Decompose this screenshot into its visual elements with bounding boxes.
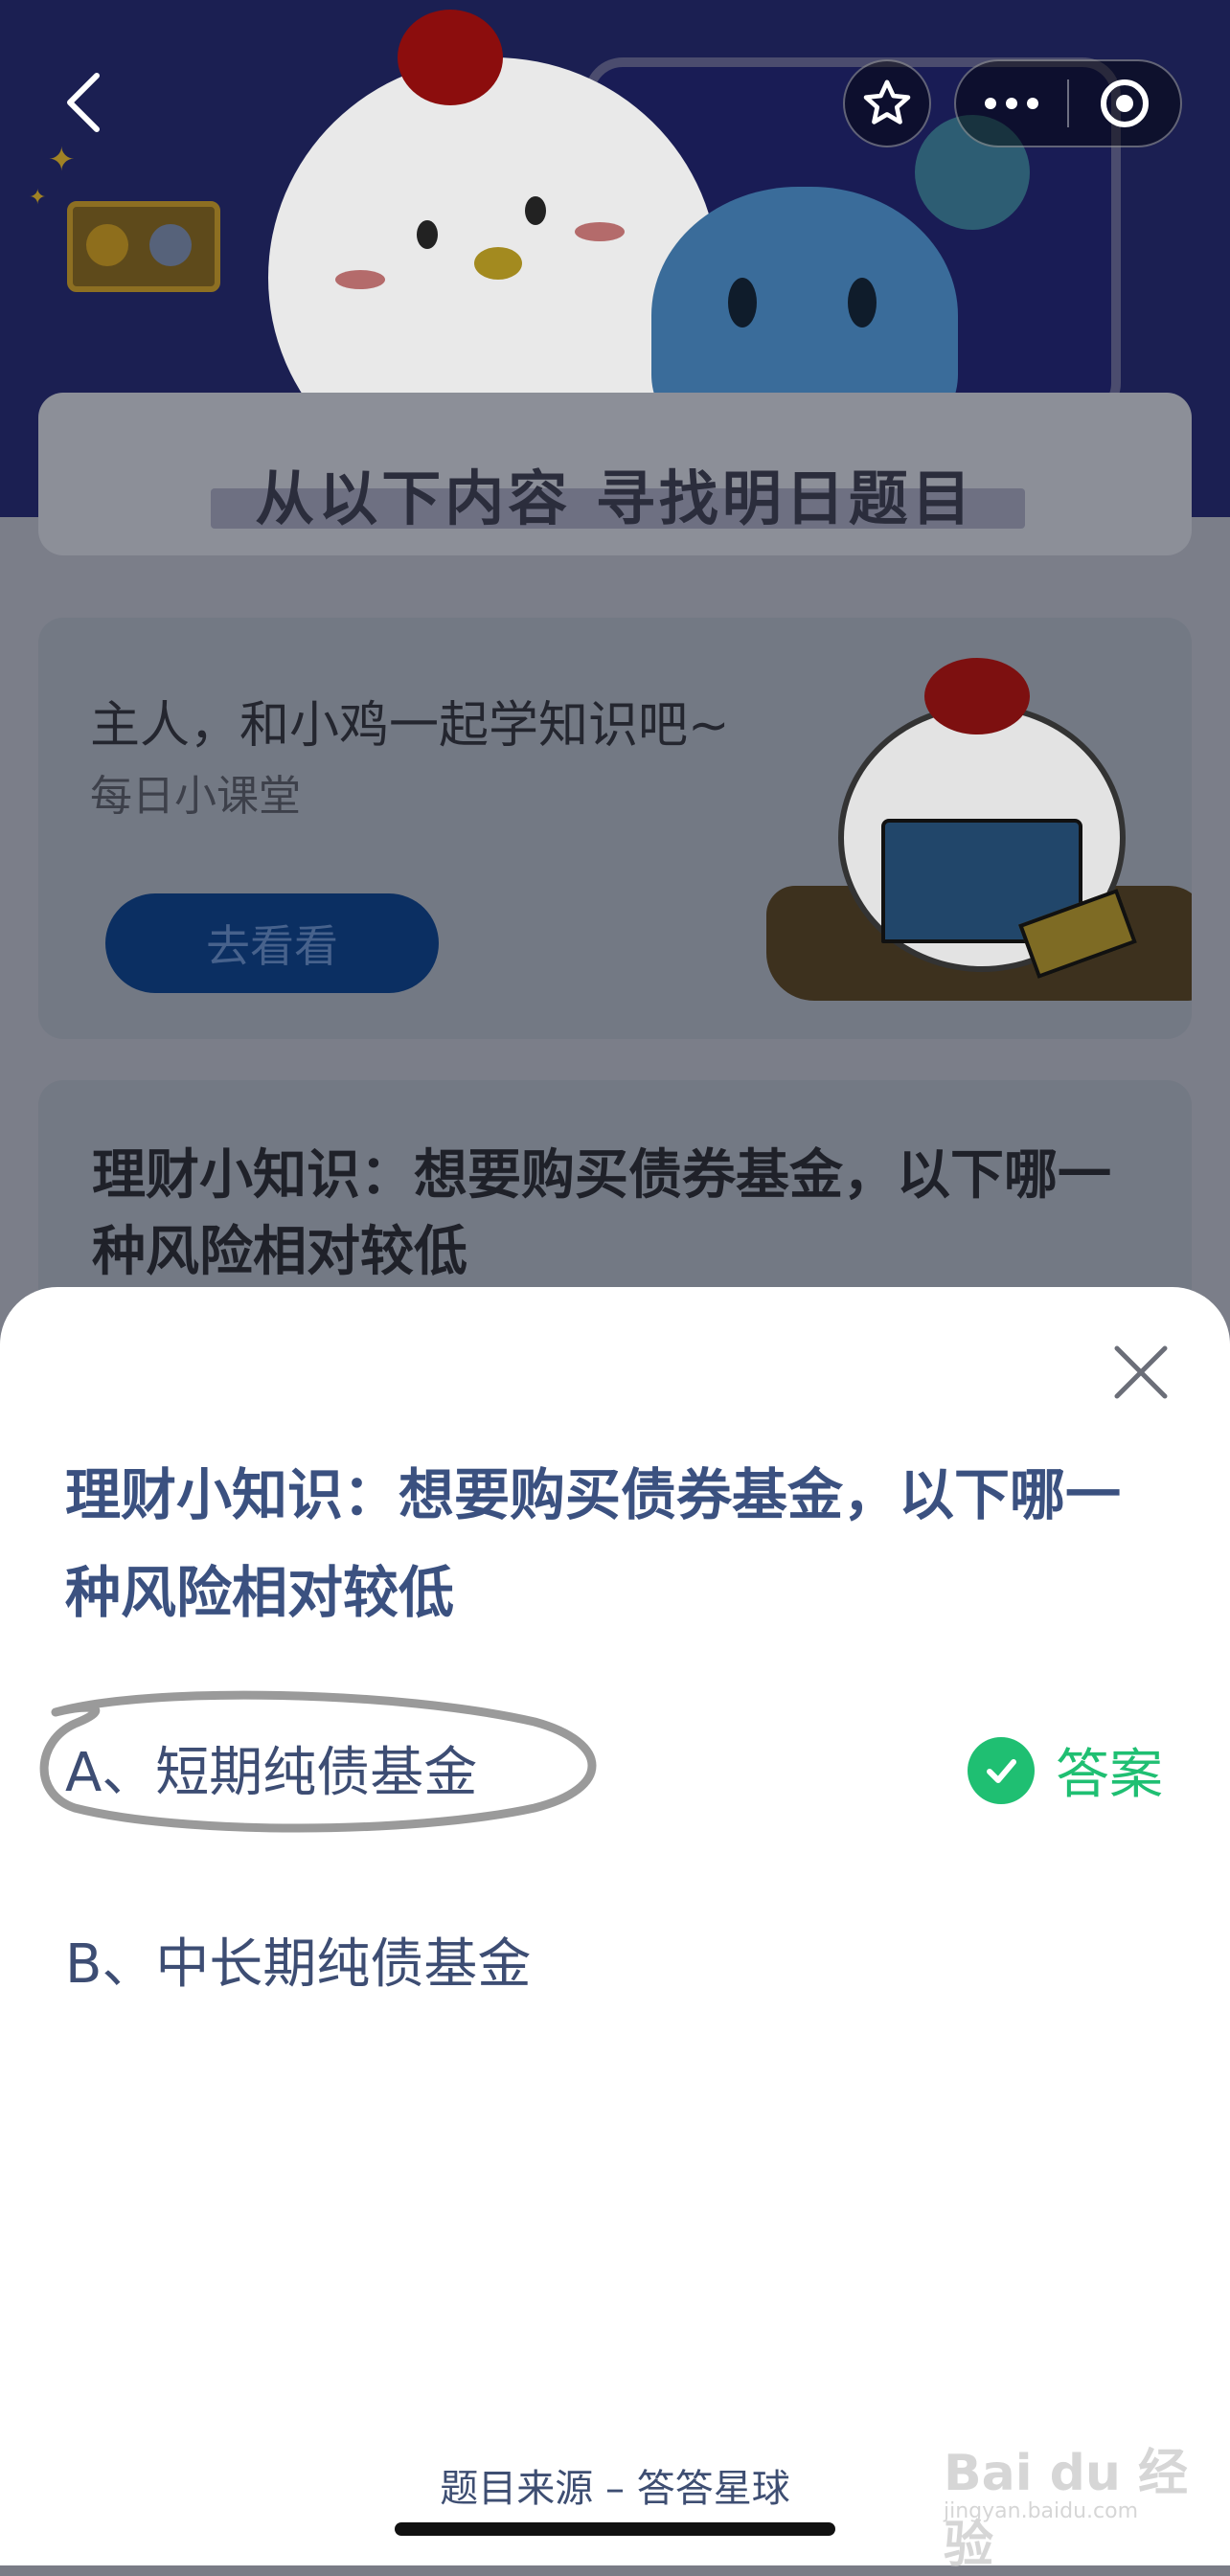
daily-lesson-card[interactable]: 主人，和小鸡一起学知识吧~ 每日小课堂 去看看: [38, 618, 1192, 1039]
chick-eye: [525, 196, 546, 225]
answer-tag: 答案: [968, 1731, 1163, 1809]
chick-beak: [474, 247, 522, 280]
chick-cheek: [575, 222, 625, 241]
target-icon: [1101, 79, 1149, 127]
star-icon: [863, 79, 911, 124]
alien-eye: [728, 278, 757, 328]
silver-medal-icon: [149, 224, 192, 266]
mini-program-capsule: [954, 59, 1182, 147]
chick-cheek: [335, 270, 385, 289]
back-icon: [67, 73, 100, 132]
more-button[interactable]: [956, 61, 1067, 146]
go-see-button[interactable]: 去看看: [105, 893, 439, 993]
chick-eye: [417, 220, 438, 249]
more-icon: [985, 98, 1038, 109]
sparkle-icon: ✦: [29, 186, 47, 210]
reading-chick-comb: [924, 658, 1030, 734]
question-title: 理财小知识：想要购买债券基金，以下哪一种风险相对较低: [65, 1462, 1122, 1625]
lesson-card-subtitle: 每日小课堂: [90, 772, 301, 821]
sheet-close-button[interactable]: [1111, 1343, 1171, 1402]
question-source: 题目来源 – 答答星球: [440, 2467, 790, 2511]
back-button[interactable]: [50, 69, 117, 136]
option-b[interactable]: B、中长期纯债基金: [65, 1921, 531, 1999]
question-card-title: 理财小知识：想要购买债券基金，以下哪一种风险相对较低: [92, 1144, 1111, 1283]
alien-eye: [848, 278, 877, 328]
favorite-button[interactable]: [843, 59, 931, 147]
section-title: 从以下内容 寻找明日题目: [255, 463, 975, 533]
chick-comb: [398, 10, 503, 105]
home-indicator[interactable]: [395, 2522, 835, 2536]
lesson-card-title: 主人，和小鸡一起学知识吧~: [90, 697, 730, 755]
answer-label: 答案: [1056, 1744, 1163, 1806]
medal-board-illustration: [67, 201, 220, 292]
check-icon: [968, 1736, 1035, 1804]
close-miniprogram-button[interactable]: [1069, 61, 1180, 146]
close-icon: [1114, 1345, 1168, 1399]
gold-medal-icon: [86, 224, 128, 266]
option-a[interactable]: A、短期纯债基金: [65, 1729, 477, 1807]
sparkle-icon: ✦: [48, 141, 76, 179]
